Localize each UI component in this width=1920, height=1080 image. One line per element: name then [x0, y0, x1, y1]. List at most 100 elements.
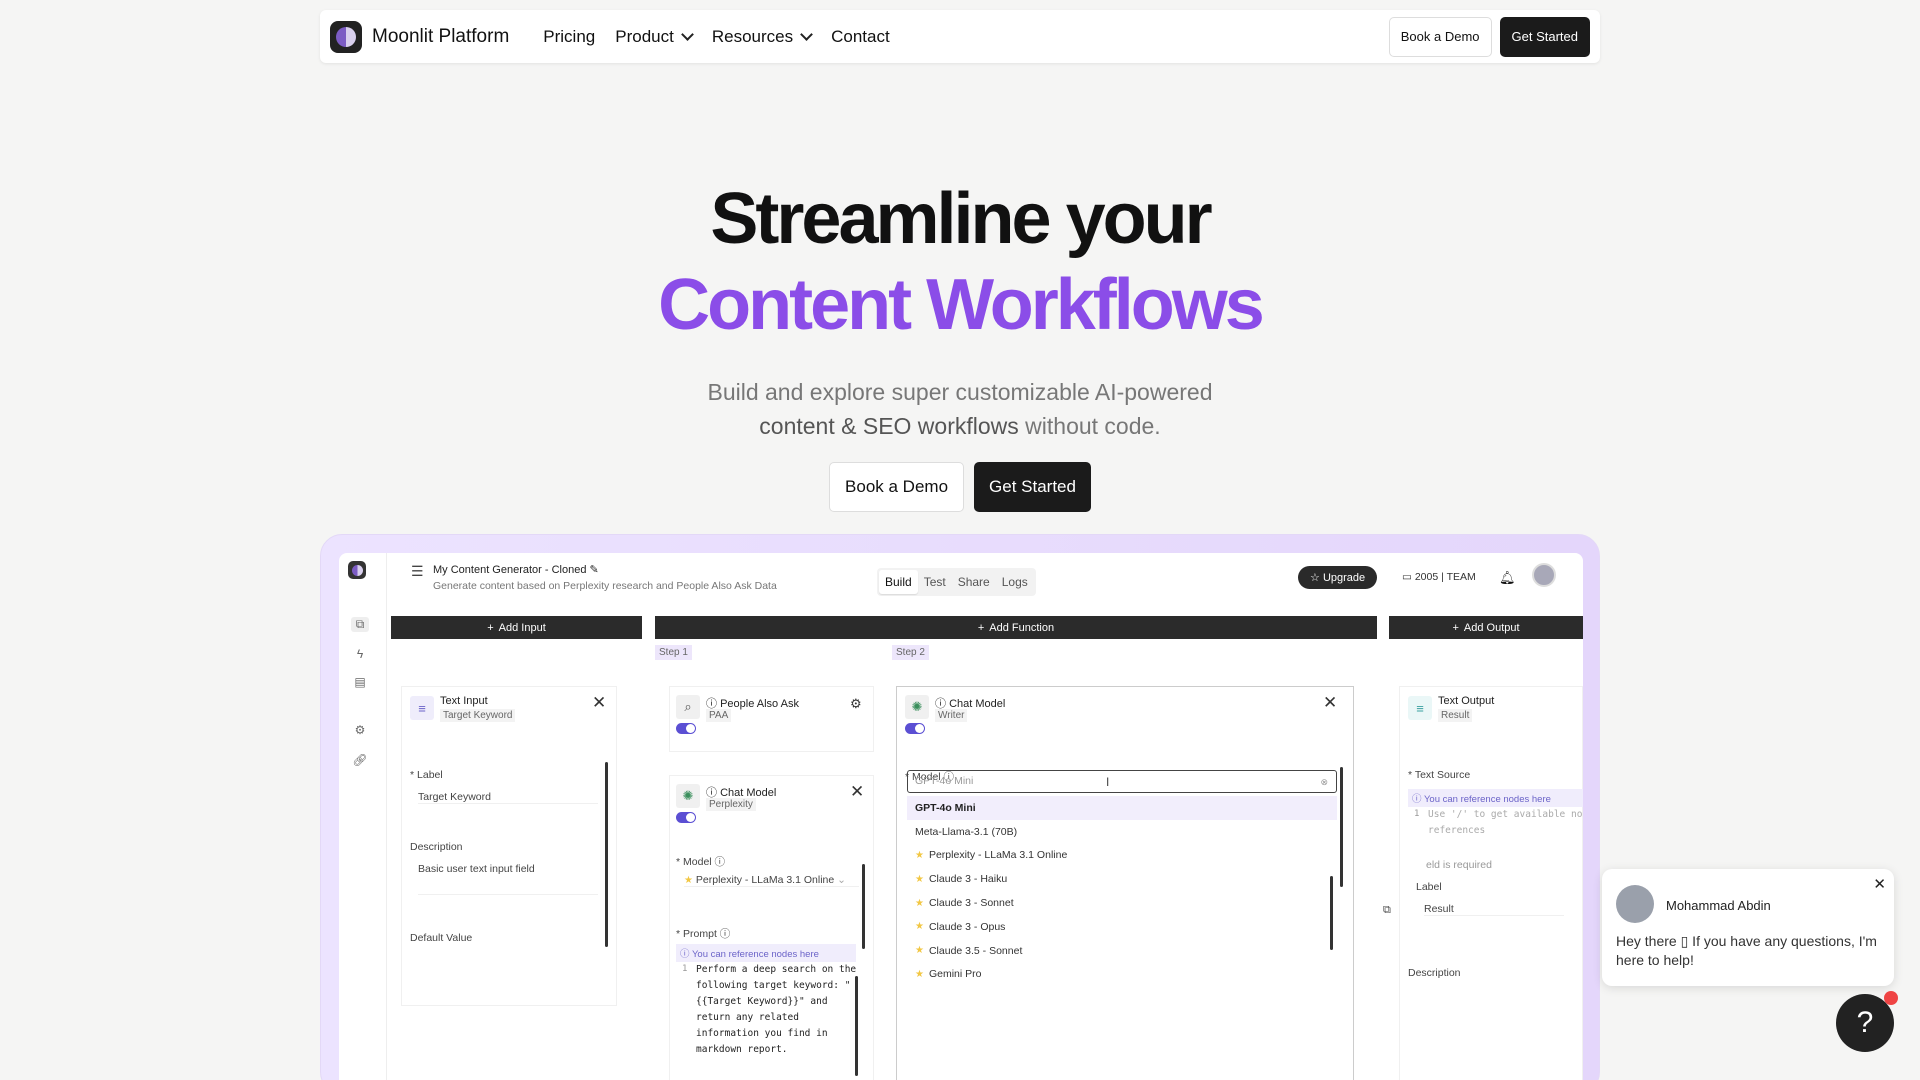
app-title-text: My Content Generator - Cloned	[433, 564, 587, 576]
text-source-label-text: Text Source	[1414, 769, 1471, 781]
hero-subtitle-rest: without code.	[1018, 413, 1161, 439]
gear-icon[interactable]: ⚙	[351, 723, 369, 737]
copy-icon[interactable]: ⧉	[1383, 904, 1391, 917]
chat-model-sub[interactable]: Perplexity	[706, 798, 756, 811]
database-icon[interactable]: ▤	[351, 675, 369, 689]
model-option-label: Claude 3 - Opus	[928, 920, 1006, 933]
text-output-card[interactable]: ≡ Text Output Result * Text Source ⓘ You…	[1399, 686, 1583, 1080]
close-icon[interactable]: ✕	[1323, 693, 1337, 713]
lightning-icon[interactable]: ϟ	[351, 647, 369, 661]
chat-model-sub[interactable]: Writer	[935, 709, 968, 722]
tab-logs[interactable]: Logs	[996, 570, 1034, 594]
hero-buttons: Book a Demo Get Started	[0, 462, 1920, 512]
output-label-field[interactable]: Result	[1424, 903, 1564, 916]
upgrade-label: Upgrade	[1322, 572, 1366, 584]
hero-title-line2: Content Workflows	[658, 265, 1265, 345]
clear-icon[interactable]: ⊗	[1320, 777, 1328, 788]
model-option[interactable]: ★ Claude 3 - Sonnet	[907, 891, 1337, 915]
model-search-input[interactable]: GPT-4o Mini I ⊗	[907, 770, 1337, 793]
star-icon: ☆	[1310, 572, 1320, 584]
app-tabs: Build Test Share Logs	[877, 568, 1036, 596]
model-option[interactable]: GPT-4o Mini	[907, 796, 1337, 820]
paa-card[interactable]: ⌕ ⓘ People Also Ask PAA ⚙	[669, 686, 874, 752]
model-option-label: Perplexity - LLaMa 3.1 Online	[928, 849, 1068, 862]
hero-book-demo-button[interactable]: Book a Demo	[829, 462, 965, 512]
plus-icon: +	[1452, 621, 1459, 634]
scrollbar[interactable]	[1330, 876, 1333, 950]
model-option[interactable]: ★ Claude 3 - Opus	[907, 915, 1337, 939]
app-title[interactable]: My Content Generator - Cloned ✎	[433, 563, 599, 576]
add-output-label: Add Output	[1463, 621, 1520, 634]
nav-link-contact[interactable]: Contact	[831, 27, 890, 47]
nav-link-product[interactable]: Product	[615, 27, 694, 47]
nav-book-demo-button[interactable]: Book a Demo	[1388, 16, 1492, 57]
add-output-button[interactable]: + Add Output	[1389, 616, 1583, 639]
nav-link-pricing[interactable]: Pricing	[543, 27, 595, 47]
reference-hint: ⓘ You can reference nodes here	[1408, 789, 1583, 807]
text-source-editor[interactable]: Use '/' to get available no references	[1428, 807, 1582, 839]
text-input-sub[interactable]: Target Keyword	[440, 709, 516, 722]
model-option[interactable]: ★ Perplexity - LLaMa 3.1 Online	[907, 844, 1337, 868]
close-icon[interactable]: ✕	[850, 782, 864, 802]
hero-subtitle-line1: Build and explore super customizable AI-…	[707, 379, 1213, 405]
app-preview: ⧉ ϟ ▤ ⚙ 🔗︎ ☰ My Content Generator - Clon…	[339, 553, 1583, 1080]
model-search-placeholder: GPT-4o Mini	[915, 775, 974, 787]
hero-get-started-button[interactable]: Get Started	[974, 462, 1091, 512]
text-input-card[interactable]: ≡ Text Input Target Keyword ✕ * Label Ta…	[401, 686, 617, 1006]
text-output-sub[interactable]: Result	[1438, 709, 1473, 722]
code-line-number: 1	[1414, 809, 1420, 819]
notification-dot	[1884, 991, 1898, 1005]
link-icon[interactable]: 🔗︎	[351, 753, 369, 767]
hero-subtitle-line2: content & SEO workflows without code.	[0, 409, 1920, 443]
label-field[interactable]: Target Keyword	[418, 791, 598, 804]
upgrade-button[interactable]: ☆ Upgrade	[1298, 566, 1378, 589]
workflow-icon[interactable]: ⧉	[351, 617, 369, 632]
agent-avatar	[1616, 885, 1654, 923]
paa-toggle[interactable]	[676, 723, 696, 734]
nav-get-started-button[interactable]: Get Started	[1499, 16, 1590, 57]
chat-model-toggle[interactable]	[905, 723, 925, 734]
user-avatar[interactable]	[1532, 563, 1556, 587]
scrollbar[interactable]	[1340, 767, 1343, 887]
add-function-label: Add Function	[989, 621, 1055, 634]
menu-icon[interactable]: ☰	[411, 563, 424, 580]
app-logo-icon[interactable]	[348, 561, 366, 579]
nav-link-resources[interactable]: Resources	[712, 27, 813, 47]
chat-model-perplexity-card[interactable]: ✺ ⓘ Chat Model Perplexity ✕ * Model ⓘ ★ …	[669, 775, 874, 1080]
model-option[interactable]: ★ Claude 3.5 - Sonnet	[907, 939, 1337, 963]
brand-name[interactable]: Moonlit Platform	[372, 26, 509, 48]
close-icon[interactable]: ✕	[592, 693, 606, 713]
model-option[interactable]: ★ Claude 3 - Haiku	[907, 867, 1337, 891]
star-icon: ★	[915, 897, 924, 909]
close-icon[interactable]: ✕	[1873, 875, 1886, 893]
output-label-label: Label	[1416, 881, 1442, 893]
model-option[interactable]: ★ Gemini Pro	[907, 963, 1337, 987]
gear-icon[interactable]: ⚙	[850, 696, 862, 712]
credits-text: 2005 | TEAM	[1414, 571, 1476, 583]
openai-icon: ✺	[676, 784, 700, 808]
moonlit-logo-icon[interactable]	[330, 20, 362, 53]
scrollbar[interactable]	[862, 864, 865, 949]
model-select[interactable]: ★ Perplexity - LLaMa 3.1 Online ⌄	[684, 874, 859, 887]
chevron-down-icon	[680, 28, 694, 41]
chat-popup[interactable]: Mohammad Abdin ✕ Hey there ▯ If you have…	[1602, 869, 1894, 986]
add-input-button[interactable]: + Add Input	[391, 616, 642, 639]
prompt-editor[interactable]: Perform a deep search on the following t…	[696, 962, 856, 1058]
paa-sub[interactable]: PAA	[706, 709, 732, 722]
tab-test[interactable]: Test	[918, 570, 952, 594]
add-function-button[interactable]: + Add Function	[655, 616, 1377, 639]
description-field[interactable]: Basic user text input field	[418, 863, 598, 895]
scrollbar[interactable]	[605, 762, 608, 947]
tab-build[interactable]: Build	[879, 570, 918, 594]
bell-icon[interactable]: 🔔︎	[1499, 570, 1516, 586]
tab-share[interactable]: Share	[952, 570, 996, 594]
code-line-number: 1	[682, 964, 688, 974]
model-option-label: Claude 3.5 - Sonnet	[928, 944, 1023, 957]
model-select-value: Perplexity - LLaMa 3.1 Online	[695, 874, 835, 886]
text-output-title: Text Output	[1438, 695, 1495, 707]
plus-icon: +	[977, 621, 985, 634]
chat-model-toggle[interactable]	[676, 812, 696, 823]
scrollbar[interactable]	[855, 976, 858, 1076]
pencil-icon[interactable]: ✎	[590, 564, 599, 576]
model-option[interactable]: Meta-Llama-3.1 (70B)	[907, 820, 1337, 844]
